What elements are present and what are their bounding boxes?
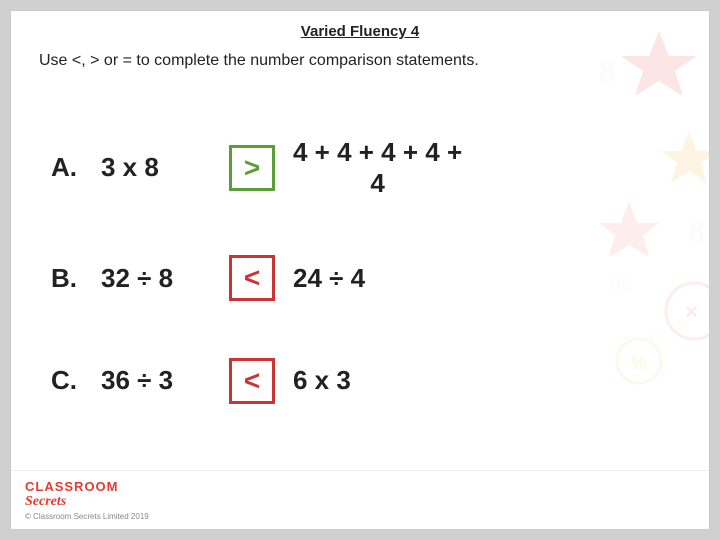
expression-c-right: 6 x 3 xyxy=(293,365,351,396)
logo-area: CLASSROOM Secrets © Classroom Secrets Li… xyxy=(25,479,149,521)
expression-b-left: 32 ÷ 8 xyxy=(101,263,211,294)
expression-c-left: 36 ÷ 3 xyxy=(101,365,211,396)
comparison-box-b: < xyxy=(229,255,275,301)
footer: CLASSROOM Secrets © Classroom Secrets Li… xyxy=(11,470,709,529)
expression-a-right-line1: 4 + 4 + 4 + 4 + xyxy=(293,137,462,168)
problems-area: A. 3 x 8 > 4 + 4 + 4 + 4 + 4 B. 32 ÷ 8 <… xyxy=(11,80,709,470)
expression-a-right-line2: 4 xyxy=(370,168,384,199)
label-b: B. xyxy=(51,263,83,294)
main-content: Varied Fluency 4 Use <, > or = to comple… xyxy=(11,11,709,529)
brand-secrets: Secrets xyxy=(25,494,66,510)
instruction-text: Use <, > or = to complete the number com… xyxy=(11,44,709,80)
symbol-b: < xyxy=(244,262,260,294)
copyright-text: © Classroom Secrets Limited 2019 xyxy=(25,512,149,521)
problem-row-a: A. 3 x 8 > 4 + 4 + 4 + 4 + 4 xyxy=(51,137,669,199)
page-container: × % 8 8 90 Varied Fluency 4 Use <, > or … xyxy=(10,10,710,530)
brand-text: CLASSROOM xyxy=(25,479,119,494)
expression-b-right: 24 ÷ 4 xyxy=(293,263,365,294)
page-title: Varied Fluency 4 xyxy=(11,11,709,44)
label-a: A. xyxy=(51,152,83,183)
problem-row-b: B. 32 ÷ 8 < 24 ÷ 4 xyxy=(51,255,669,301)
symbol-a: > xyxy=(244,152,260,184)
expression-a-left: 3 x 8 xyxy=(101,152,211,183)
label-c: C. xyxy=(51,365,83,396)
problem-row-c: C. 36 ÷ 3 < 6 x 3 xyxy=(51,358,669,404)
symbol-c: < xyxy=(244,365,260,397)
comparison-box-a: > xyxy=(229,145,275,191)
comparison-box-c: < xyxy=(229,358,275,404)
